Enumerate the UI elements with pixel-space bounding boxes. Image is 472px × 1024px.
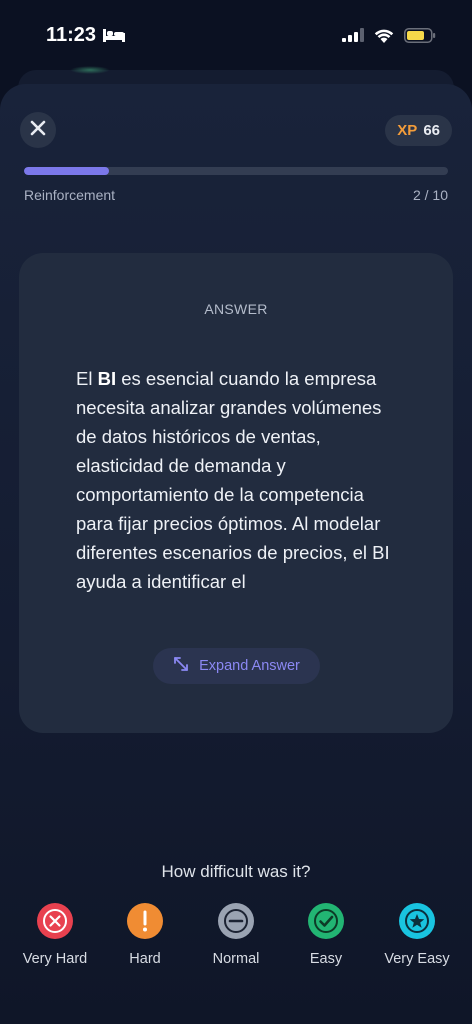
background-card-glow <box>70 66 110 74</box>
status-bar: 11:23 <box>0 0 472 70</box>
bed-icon <box>102 27 126 43</box>
answer-heading: ANSWER <box>204 301 268 317</box>
xp-badge: XP 66 <box>385 115 452 146</box>
difficulty-ratings: Very Hard Hard Normal Easy Very Easy <box>0 903 472 973</box>
answer-text-prefix: El <box>76 368 98 389</box>
rating-normal[interactable]: Normal <box>191 903 281 967</box>
cellular-signal-icon <box>342 28 364 42</box>
rating-very-hard[interactable]: Very Hard <box>10 903 100 967</box>
status-time: 11:23 <box>46 23 97 46</box>
rating-label: Very Hard <box>22 951 88 967</box>
status-right <box>342 27 436 43</box>
wifi-icon <box>374 28 394 43</box>
expand-answer-button[interactable]: Expand Answer <box>153 648 320 684</box>
rating-label: Normal <box>212 951 260 967</box>
minus-icon <box>218 903 254 939</box>
rating-very-easy[interactable]: Very Easy <box>372 903 462 967</box>
expand-arrows-icon <box>173 656 189 676</box>
answer-text-body: es esencial cuando la empresa necesita a… <box>76 368 390 592</box>
rating-label: Hard <box>129 951 161 967</box>
progress-fill <box>24 167 109 175</box>
close-icon <box>30 120 46 141</box>
rating-label: Easy <box>309 951 343 967</box>
progress-count: 2 / 10 <box>412 187 448 203</box>
answer-card: ANSWER El BI es esencial cuando la empre… <box>19 253 453 733</box>
star-icon <box>399 903 435 939</box>
progress-label: Reinforcement <box>24 187 116 203</box>
progress-bar <box>24 167 448 175</box>
rating-easy[interactable]: Easy <box>281 903 371 967</box>
exclamation-icon <box>127 903 163 939</box>
x-icon <box>37 903 73 939</box>
status-left: 11:23 <box>46 24 126 47</box>
check-icon <box>308 903 344 939</box>
answer-text-bold: BI <box>97 368 117 389</box>
rating-hard[interactable]: Hard <box>100 903 190 967</box>
battery-icon <box>404 27 436 43</box>
close-button[interactable] <box>20 112 56 148</box>
expand-answer-label: Expand Answer <box>199 658 300 674</box>
xp-label: XP <box>397 122 418 139</box>
xp-value: 66 <box>423 122 440 139</box>
rating-label: Very Easy <box>384 951 450 967</box>
answer-text: El BI es esencial cuando la empresa nece… <box>76 364 406 596</box>
difficulty-title: How difficult was it? <box>161 862 311 881</box>
